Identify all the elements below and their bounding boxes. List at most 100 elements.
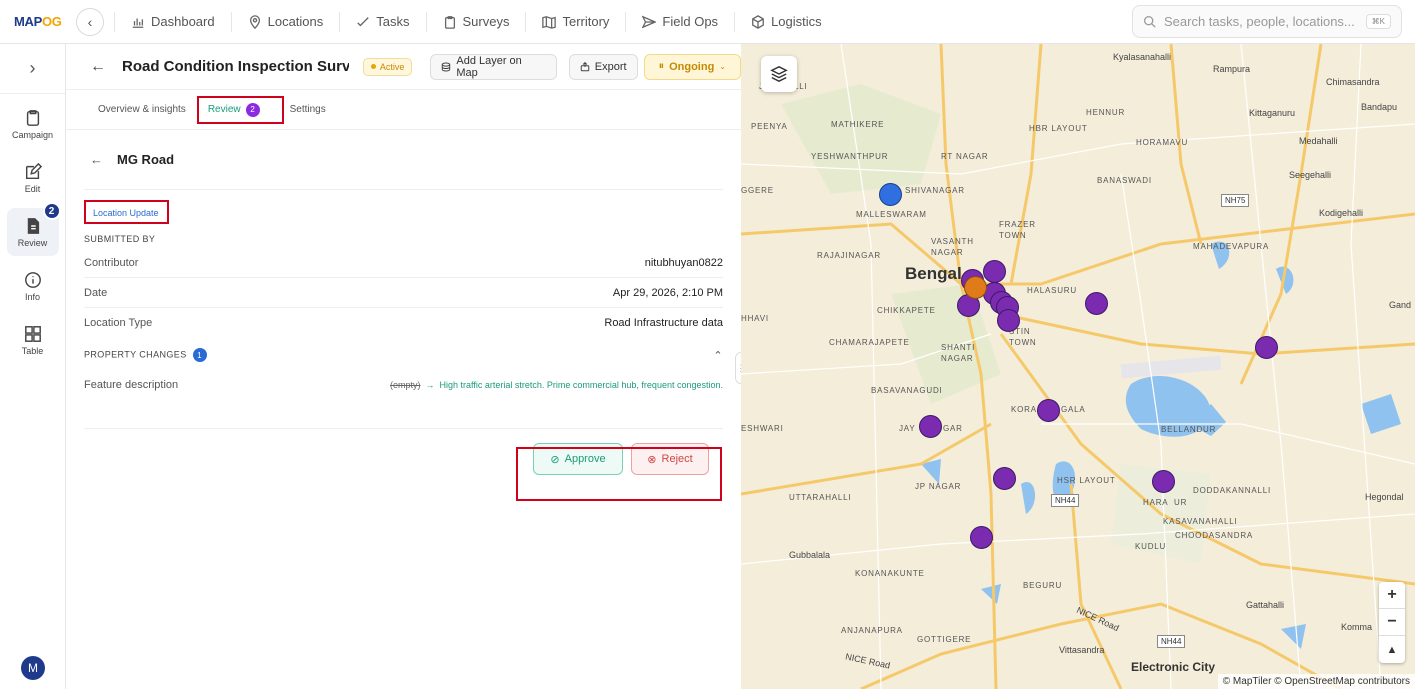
map-label: RT NAGAR <box>941 152 989 161</box>
top-nav: MAPOG ‹ Dashboard Locations Tasks Survey… <box>0 0 1415 44</box>
page-title: Road Condition Inspection Surve... <box>122 58 349 75</box>
map-label: MALLESWARAM <box>856 210 927 219</box>
map-label: Bandapu <box>1361 102 1398 112</box>
highlight-box-tag <box>84 200 169 224</box>
user-avatar[interactable]: M <box>21 656 45 680</box>
map-marker[interactable] <box>879 183 902 206</box>
change-value: (empty) → High traffic arterial stretch. P… <box>390 380 723 390</box>
nav-territory[interactable]: Territory <box>525 11 625 32</box>
map-marker[interactable] <box>1037 399 1060 422</box>
nav-surveys[interactable]: Surveys <box>425 11 526 32</box>
nav-back-button[interactable]: ‹ <box>76 7 104 36</box>
add-layer-button[interactable]: Add Layer on Map <box>430 53 557 80</box>
map-label: KUDLU <box>1135 542 1167 551</box>
location-header: ← MG Road <box>84 130 723 190</box>
row-key: Contributor <box>84 256 139 269</box>
panel-header: ← Road Condition Inspection Surve... Act… <box>66 44 741 90</box>
export-button[interactable]: Export <box>568 53 638 80</box>
rail-item-edit[interactable]: Edit <box>7 154 59 202</box>
map-marker[interactable] <box>997 309 1020 332</box>
map-label: GGERE <box>741 186 774 195</box>
nav-label: Dashboard <box>151 14 215 29</box>
map-label: Chimasandra <box>1326 77 1380 87</box>
clipboard-icon <box>26 109 39 126</box>
change-key: Feature description <box>84 379 179 391</box>
nav-items: Dashboard Locations Tasks Surveys Territ… <box>114 0 838 44</box>
tab-settings[interactable]: Settings <box>282 90 334 130</box>
pin-icon <box>249 14 260 29</box>
map-label: KONANAKUNTE <box>855 569 925 578</box>
map-label: Hegondal <box>1365 492 1404 502</box>
map-marker[interactable] <box>1255 336 1278 359</box>
zoom-out-button[interactable]: − <box>1379 609 1405 636</box>
submitted-by-label: SUBMITTED BY <box>84 234 156 244</box>
map-label-city: Bengal <box>905 264 962 283</box>
map-view[interactable]: JALAHALLI PEENYA MATHIKERE YESHWANTHPUR … <box>741 44 1415 689</box>
map-marker[interactable] <box>1152 470 1175 493</box>
review-count-badge: 2 <box>42 202 61 220</box>
compass-button[interactable]: ▲ <box>1379 636 1405 663</box>
map-label: GOTTIGERE <box>917 635 972 644</box>
zoom-controls: + − ▲ <box>1379 582 1405 663</box>
map-label: Kyalasanahalli <box>1113 52 1172 62</box>
row-value: Road Infrastructure data <box>604 317 723 329</box>
rail-item-review[interactable]: Review 2 <box>6 202 61 256</box>
nav-label: Tasks <box>376 14 410 29</box>
map-label: HALASURU <box>1027 286 1077 295</box>
map-label: RAJAJINAGAR <box>817 251 881 260</box>
export-icon <box>580 61 590 71</box>
nav-logistics[interactable]: Logistics <box>734 11 838 32</box>
nav-locations[interactable]: Locations <box>230 11 340 32</box>
rail-item-campaign[interactable]: Campaign <box>7 100 59 148</box>
review-panel: ← Road Condition Inspection Surve... Act… <box>66 44 741 689</box>
property-changes-header[interactable]: PROPERTY CHANGES 1 ⌃ <box>84 338 723 372</box>
back-arrow-icon[interactable]: ← <box>90 58 106 76</box>
map-marker[interactable] <box>970 526 993 549</box>
rail-expand-button[interactable]: › <box>0 44 65 94</box>
map-label: SHIVANAGAR <box>905 186 965 195</box>
map-marker[interactable] <box>1085 292 1108 315</box>
map-label: VASANTH NAGAR <box>931 237 974 257</box>
highlight-box-actions <box>516 447 722 501</box>
map-layers-button[interactable] <box>761 56 797 92</box>
row-key: Date <box>84 286 108 299</box>
rail-item-info[interactable]: Info <box>7 262 59 310</box>
back-arrow-icon[interactable]: ← <box>90 152 103 167</box>
map-marker[interactable] <box>983 260 1006 283</box>
rail-label: Table <box>21 345 44 356</box>
property-changes-count: 1 <box>192 348 207 362</box>
change-new-value: High traffic arterial stretch. Prime com… <box>439 380 723 390</box>
zoom-in-button[interactable]: + <box>1379 582 1405 609</box>
document-icon <box>27 217 39 234</box>
search-shortcut: ⌘K <box>1365 14 1391 29</box>
search-input[interactable]: Search tasks, people, locations... ⌘K <box>1132 5 1402 38</box>
nav-tasks[interactable]: Tasks <box>339 11 425 32</box>
map-attribution[interactable]: © MapTiler © OpenStreetMap contributors <box>1217 674 1415 689</box>
rail-item-table[interactable]: Table <box>7 316 59 364</box>
tab-overview[interactable]: Overview & insights <box>90 90 194 130</box>
tab-bar: Overview & insights Review 2 Settings <box>66 90 741 130</box>
map-marker[interactable] <box>964 276 987 299</box>
chevron-up-icon[interactable]: ⌃ <box>713 349 723 362</box>
map-label: BASAVANAGUDI <box>871 386 943 395</box>
layers-icon <box>770 65 788 83</box>
nav-field-ops[interactable]: Field Ops <box>625 11 734 32</box>
layers-icon <box>442 61 451 72</box>
map-label: HENNUR <box>1086 108 1126 117</box>
ongoing-dropdown[interactable]: ⏸ Ongoing ⌄ <box>643 53 741 80</box>
map-label: Seegehalli <box>1289 170 1332 180</box>
map-marker[interactable] <box>919 415 942 438</box>
map-marker[interactable] <box>993 467 1016 490</box>
map-label: Rampura <box>1213 64 1251 74</box>
nav-dashboard[interactable]: Dashboard <box>114 11 231 32</box>
divider <box>84 428 723 429</box>
chevron-left-icon: ‹ <box>87 13 93 30</box>
map-label: Gattahalli <box>1246 600 1285 610</box>
map-label: MAHADEVAPURA <box>1193 242 1270 251</box>
app-logo[interactable]: MAPOG <box>0 14 66 29</box>
status-badge: Active <box>362 57 413 76</box>
map-label: BELLANDUR <box>1161 425 1217 434</box>
add-layer-label: Add Layer on Map <box>456 54 522 79</box>
map-label: JAY <box>899 424 916 433</box>
property-changes-label: PROPERTY CHANGES <box>84 349 187 360</box>
